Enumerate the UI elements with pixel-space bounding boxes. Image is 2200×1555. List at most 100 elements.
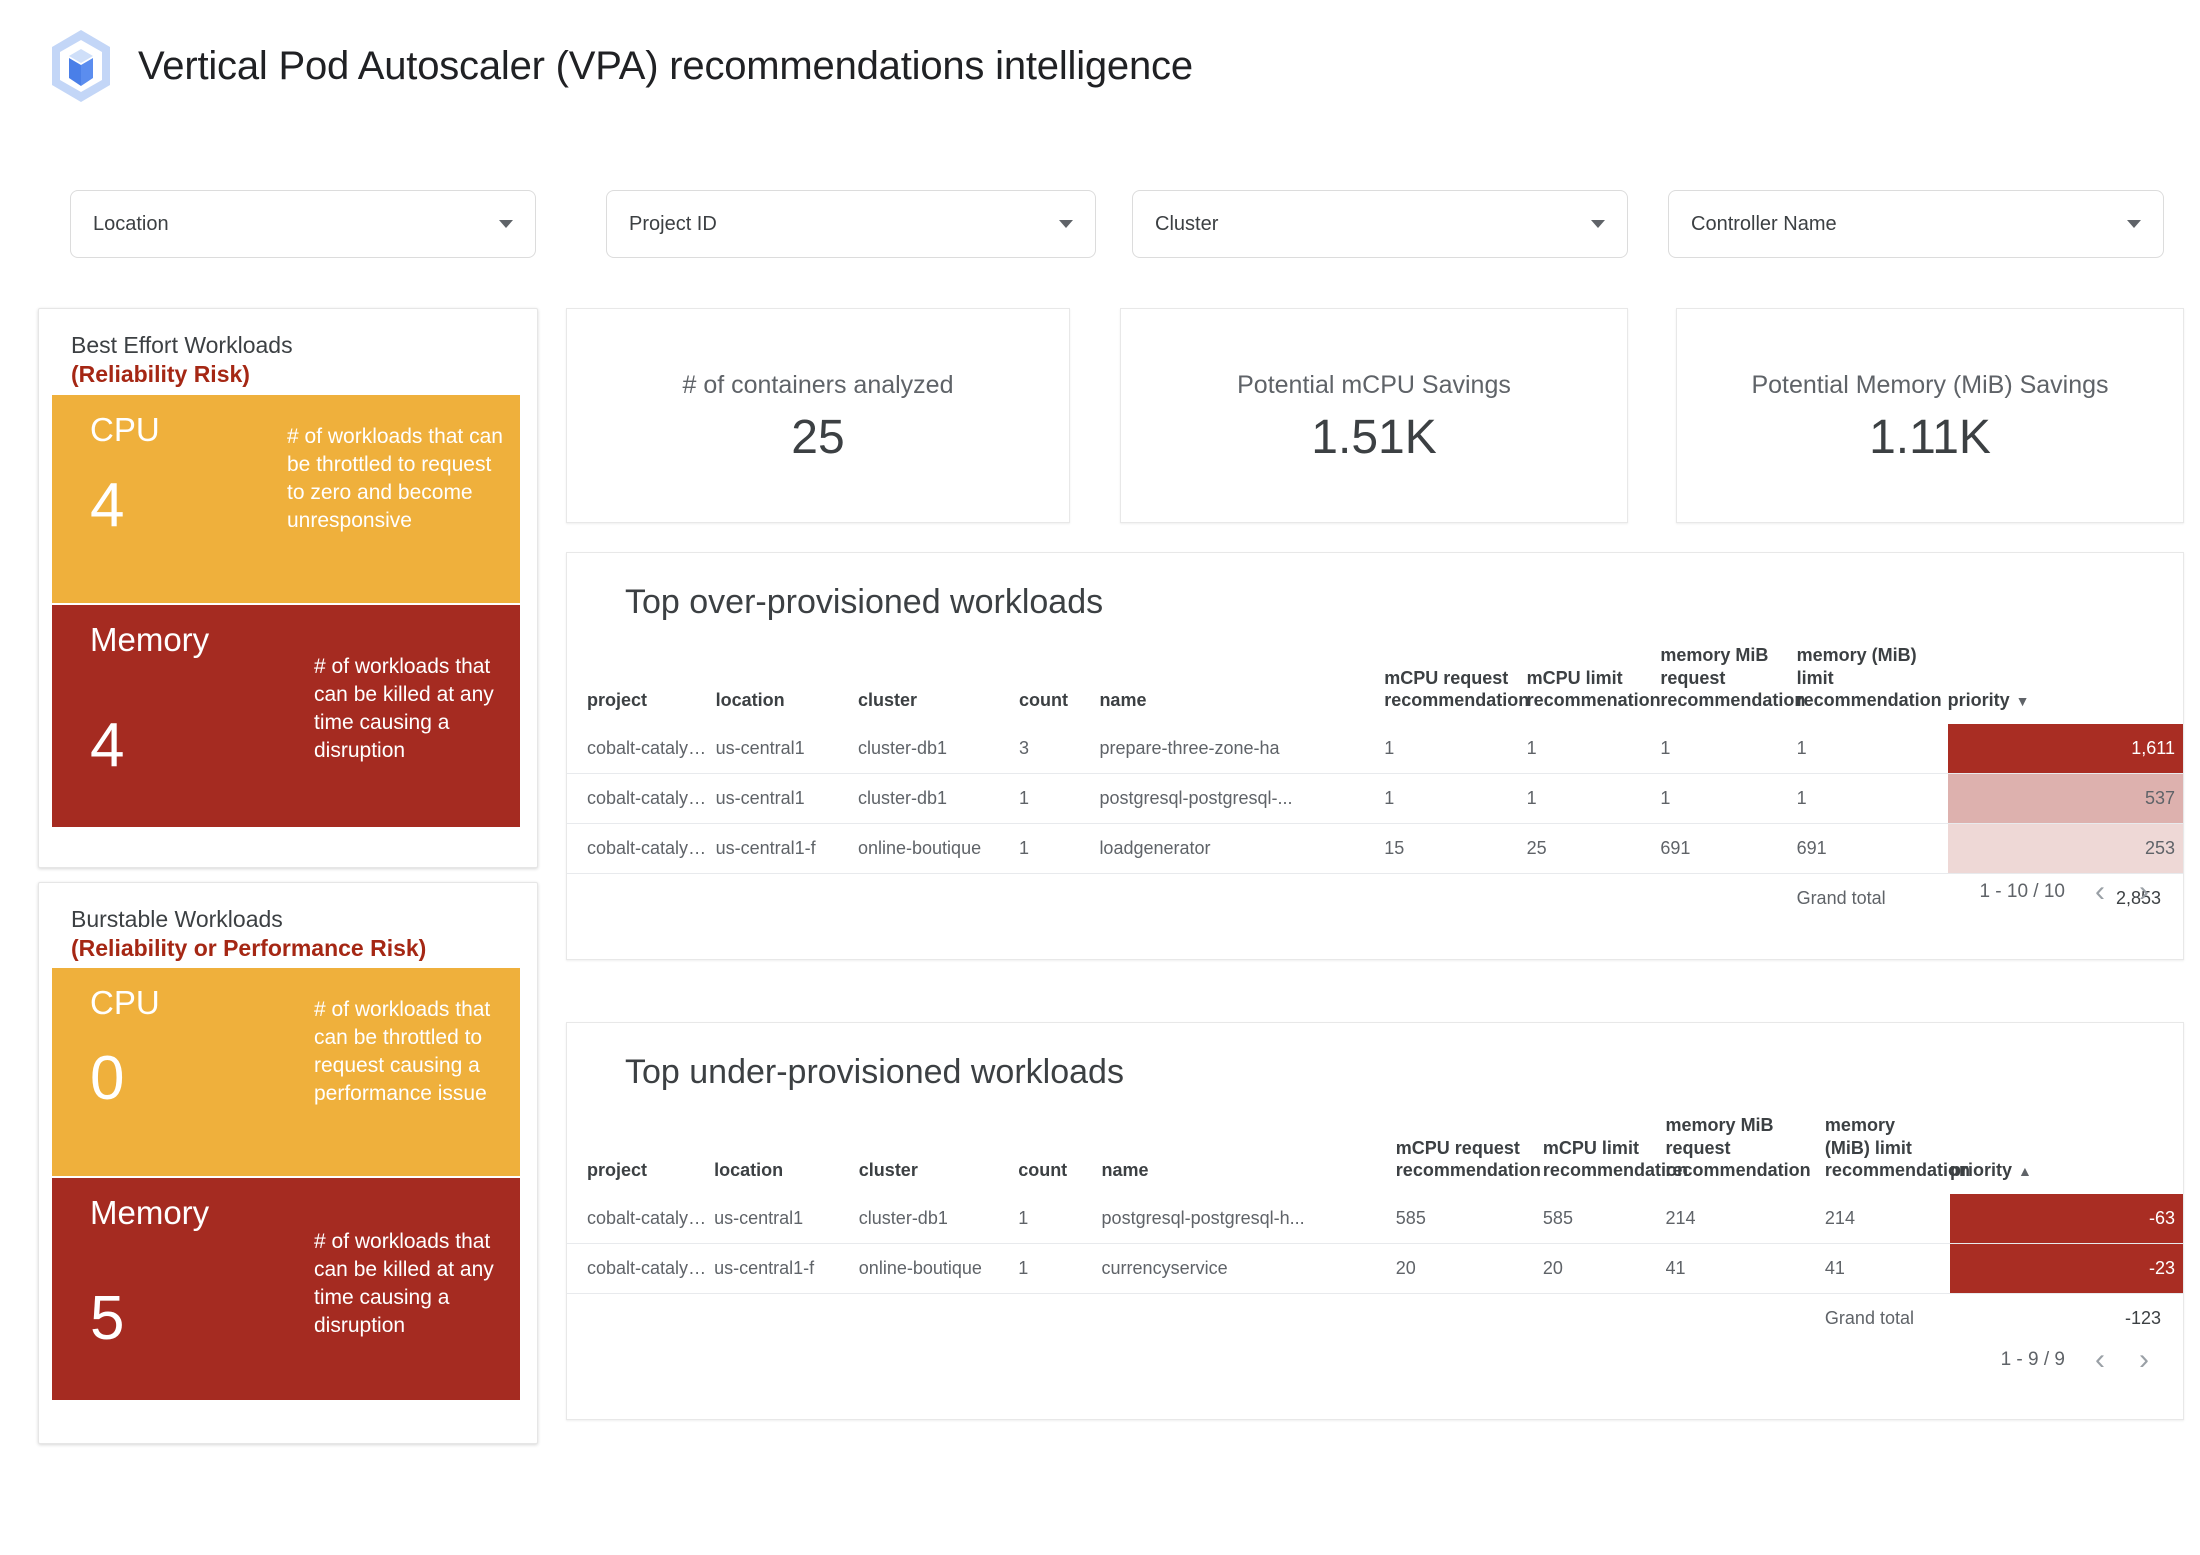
under-col-cluster[interactable]: cluster (859, 1114, 1018, 1194)
over-col-cluster[interactable]: cluster (858, 644, 1019, 724)
filter-controller-name[interactable]: Controller Name (1668, 190, 2164, 258)
cell-project: cobalt-catalyst-... (587, 1207, 715, 1228)
under-col-location[interactable]: location (714, 1114, 859, 1194)
kpi-containers-analyzed-value: 25 (791, 411, 845, 464)
under-col-mem-request[interactable]: memory MiB request recommendation (1666, 1114, 1825, 1194)
cell-cluster: online-boutique (857, 822, 1019, 873)
top-under-provisioned-title: Top under-provisioned workloads (625, 1053, 1124, 1091)
over-table-header-row: project location cluster count name mCPU… (567, 644, 2183, 724)
top-over-provisioned-title: Top over-provisioned workloads (625, 583, 1104, 621)
spacer (1384, 872, 1527, 923)
best-effort-cpu-tile[interactable]: CPU 4 # of workloads that can be throttl… (52, 395, 520, 603)
under-col-name[interactable]: name (1102, 1114, 1396, 1194)
sort-descending-icon[interactable]: ▼ (2016, 693, 2030, 709)
table-row[interactable]: cobalt-catalyst... us-central1-f online-… (567, 822, 2183, 873)
burstable-memory-value: 5 (90, 1284, 125, 1353)
previous-page-icon[interactable]: ‹ (2091, 1345, 2109, 1375)
over-col-project[interactable]: project (567, 644, 716, 724)
under-grand-total-value: -123 (1949, 1292, 2183, 1343)
table-row[interactable]: cobalt-catalyst... us-central1 cluster-d… (567, 772, 2183, 823)
cell-project: cobalt-catalyst... (587, 737, 716, 758)
over-col-mcpu-limit[interactable]: mCPU limit recommenation (1527, 644, 1661, 724)
over-table-wrapper: project location cluster count name mCPU… (567, 644, 2183, 923)
under-table-wrapper: project location cluster count name mCPU… (567, 1114, 2183, 1343)
cell-count: 1 (1018, 822, 1100, 873)
kpi-potential-mcpu-savings-label: Potential mCPU Savings (1237, 371, 1511, 399)
under-pagination-range: 1 - 9 / 9 (2000, 1349, 2065, 1370)
under-grand-total-row: Grand total -123 (567, 1292, 2183, 1343)
cell-name: loadgenerator (1099, 822, 1385, 873)
over-col-count[interactable]: count (1019, 644, 1099, 724)
over-pagination-range: 1 - 10 / 10 (1979, 881, 2065, 902)
over-provisioned-table: project location cluster count name mCPU… (567, 644, 2183, 923)
burstable-cpu-metric: CPU (90, 984, 160, 1021)
next-page-icon[interactable]: › (2135, 877, 2153, 907)
over-col-location[interactable]: location (716, 644, 858, 724)
cell-mem-limit: 691 (1796, 822, 1948, 873)
table-row[interactable]: cobalt-catalyst-... us-central1 cluster-… (567, 1193, 2183, 1243)
next-page-icon[interactable]: › (2135, 1345, 2153, 1375)
under-col-priority[interactable]: priority ▲ (1950, 1114, 2183, 1194)
cell-project: cobalt-catalyst... (567, 772, 716, 823)
cell-cluster: cluster-db1 (858, 1207, 948, 1228)
cell-count: 1 (1018, 1242, 1102, 1293)
under-col-mcpu-request[interactable]: mCPU request recommendation (1396, 1114, 1543, 1194)
over-col-name[interactable]: name (1099, 644, 1384, 724)
spacer (857, 872, 1019, 923)
burstable-memory-description: # of workloads that can be killed at any… (314, 1230, 494, 1337)
over-col-priority[interactable]: priority ▼ (1948, 644, 2183, 724)
cell-mem-request: 1 (1660, 772, 1797, 823)
under-col-mem-limit[interactable]: memory (MiB) limit recommendation (1825, 1114, 1970, 1194)
chevron-down-icon[interactable] (1591, 220, 1605, 228)
over-col-mem-limit[interactable]: memory (MiB) limit recommendation (1797, 644, 1948, 724)
spacer (1395, 1292, 1543, 1343)
gke-hexagon-cube-icon (48, 28, 114, 104)
cell-name: prepare-three-zone-ha (1099, 737, 1280, 758)
filter-location[interactable]: Location (70, 190, 536, 258)
best-effort-memory-tile[interactable]: Memory 4 # of workloads that can be kill… (52, 605, 520, 827)
cell-cluster: cluster-db1 (857, 737, 948, 758)
cell-count: 3 (1018, 737, 1029, 758)
cell-name: postgresql-postgresql-h... (1101, 1207, 1305, 1228)
chevron-down-icon[interactable] (2127, 220, 2141, 228)
burstable-card-header: Burstable Workloads (Reliability or Perf… (39, 883, 537, 974)
under-col-mcpu-limit[interactable]: mCPU limit recommendation (1543, 1114, 1688, 1194)
over-col-mcpu-request[interactable]: mCPU request recommendation (1384, 644, 1529, 724)
burstable-cpu-tile[interactable]: CPU 0 # of workloads that can be throttl… (52, 968, 520, 1176)
over-col-mem-request[interactable]: memory MiB request recommendation (1660, 644, 1805, 724)
kpi-potential-mcpu-savings: Potential mCPU Savings 1.51K (1120, 308, 1628, 523)
spacer (1526, 872, 1661, 923)
cell-mcpu-request: 585 (1395, 1207, 1426, 1228)
cell-name: currencyservice (1101, 1242, 1396, 1293)
cell-mcpu-limit: 1 (1526, 737, 1537, 758)
over-grand-total-row: Grand total 2,853 (567, 872, 2183, 923)
previous-page-icon[interactable]: ‹ (2091, 877, 2109, 907)
filter-cluster[interactable]: Cluster (1132, 190, 1628, 258)
under-col-count[interactable]: count (1018, 1114, 1101, 1194)
under-col-project[interactable]: project (567, 1114, 714, 1194)
best-effort-cpu-metric: CPU (90, 411, 160, 448)
filter-location-label: Location (93, 212, 169, 235)
chevron-down-icon[interactable] (1059, 220, 1073, 228)
cell-priority: -23 (1949, 1242, 2183, 1293)
burstable-memory-metric: Memory (90, 1194, 210, 1231)
cell-mem-limit: 41 (1824, 1242, 1950, 1293)
cell-mem-request: 691 (1660, 822, 1797, 873)
burstable-card-title: Burstable Workloads (71, 906, 283, 932)
spacer (1018, 872, 1100, 923)
best-effort-card-subtitle: (Reliability Risk) (71, 360, 250, 387)
table-row[interactable]: cobalt-catalyst-... us-central1-f online… (567, 1242, 2183, 1293)
kpi-potential-memory-savings: Potential Memory (MiB) Savings 1.11K (1676, 308, 2184, 523)
best-effort-memory-description: # of workloads that can be killed at any… (314, 655, 494, 762)
under-table-header-row: project location cluster count name mCPU… (567, 1114, 2183, 1194)
filter-project-id[interactable]: Project ID (606, 190, 1096, 258)
kpi-containers-analyzed-label: # of containers analyzed (682, 371, 954, 399)
cell-priority: 253 (1947, 822, 2183, 873)
best-effort-memory-value: 4 (90, 711, 125, 780)
cell-mcpu-limit: 20 (1542, 1242, 1666, 1293)
table-row[interactable]: cobalt-catalyst... us-central1 cluster-d… (567, 723, 2183, 773)
burstable-memory-tile[interactable]: Memory 5 # of workloads that can be kill… (52, 1178, 520, 1400)
sort-ascending-icon[interactable]: ▲ (2018, 1163, 2032, 1179)
chevron-down-icon[interactable] (499, 220, 513, 228)
spacer (1665, 1292, 1825, 1343)
